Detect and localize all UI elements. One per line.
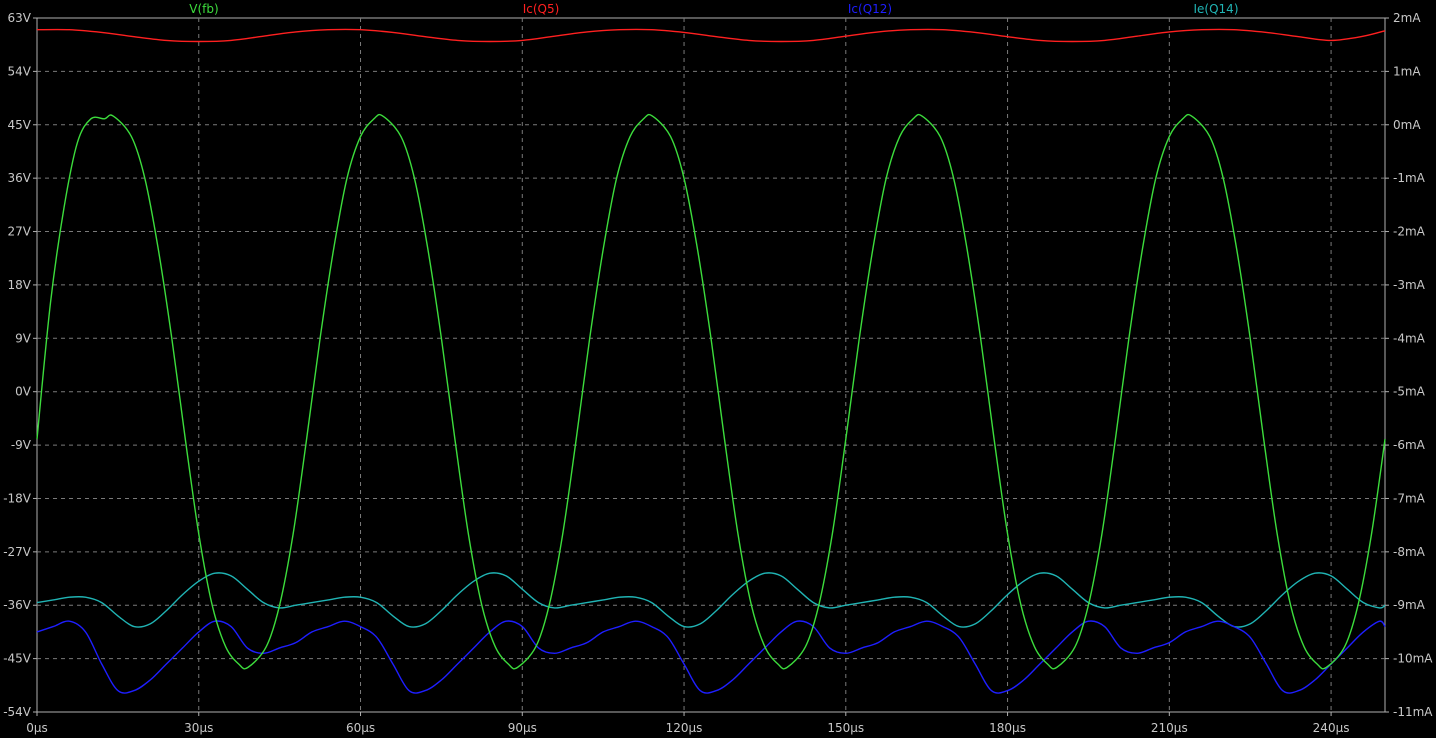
legend-label-v-fb[interactable]: V(fb) <box>189 2 218 16</box>
left-tick-label: 54V <box>8 64 32 78</box>
left-tick-label: -54V <box>3 705 32 719</box>
left-tick-label: -36V <box>3 598 32 612</box>
right-tick-label: -2mA <box>1393 225 1426 239</box>
x-tick-label: 210µs <box>1151 721 1188 735</box>
left-tick-label: 36V <box>8 171 32 185</box>
right-tick-label: -9mA <box>1393 598 1426 612</box>
right-tick-label: -4mA <box>1393 331 1426 345</box>
x-tick-label: 90µs <box>508 721 537 735</box>
left-tick-label: 45V <box>8 118 32 132</box>
right-tick-label: 1mA <box>1393 64 1421 78</box>
right-tick-label: -10mA <box>1393 652 1433 666</box>
legend-label-ic-q12[interactable]: Ic(Q12) <box>848 2 892 16</box>
right-tick-label: -3mA <box>1393 278 1426 292</box>
x-tick-label: 0µs <box>26 721 48 735</box>
left-tick-label: -27V <box>3 545 32 559</box>
left-tick-label: 63V <box>8 11 32 25</box>
x-axis-ticks: 0µs 30µs 60µs 90µs 120µs 150µs 180µs 210µs 240µs <box>26 712 1349 735</box>
waveform-plot[interactable]: 63V 54V 45V 36V 27V 18V 9V 0V -9V -18V -27V -36V -45… <box>0 0 1436 738</box>
legend[interactable]: V(fb) Ic(Q5) Ic(Q12) Ie(Q14) <box>189 2 1238 16</box>
x-tick-label: 30µs <box>184 721 213 735</box>
x-tick-label: 240µs <box>1313 721 1350 735</box>
right-tick-label: 2mA <box>1393 11 1421 25</box>
right-tick-label: -7mA <box>1393 491 1426 505</box>
right-tick-label: -8mA <box>1393 545 1426 559</box>
left-tick-label: 18V <box>8 278 32 292</box>
legend-label-ie-q14[interactable]: Ie(Q14) <box>1194 2 1239 16</box>
x-tick-label: 180µs <box>989 721 1026 735</box>
x-tick-label: 60µs <box>346 721 375 735</box>
left-tick-label: -9V <box>11 438 32 452</box>
left-axis-ticks: 63V 54V 45V 36V 27V 18V 9V 0V -9V -18V -27V -36V -45… <box>3 11 37 719</box>
left-tick-label: 9V <box>15 331 32 345</box>
right-tick-label: -6mA <box>1393 438 1426 452</box>
right-tick-label: 0mA <box>1393 118 1421 132</box>
right-tick-label: -1mA <box>1393 171 1426 185</box>
left-tick-label: 27V <box>8 225 32 239</box>
right-tick-label: -11mA <box>1393 705 1433 719</box>
plot-frame <box>36 17 1386 713</box>
left-tick-label: -18V <box>3 491 32 505</box>
left-tick-label: -45V <box>3 652 32 666</box>
legend-label-ic-q5[interactable]: Ic(Q5) <box>523 2 560 16</box>
x-tick-label: 120µs <box>666 721 703 735</box>
right-axis-ticks: 2mA 1mA 0mA -1mA -2mA -3mA -4mA -5mA -6mA -7mA -8m… <box>1385 11 1433 719</box>
x-tick-label: 150µs <box>827 721 864 735</box>
left-tick-label: 0V <box>15 385 32 399</box>
right-tick-label: -5mA <box>1393 385 1426 399</box>
